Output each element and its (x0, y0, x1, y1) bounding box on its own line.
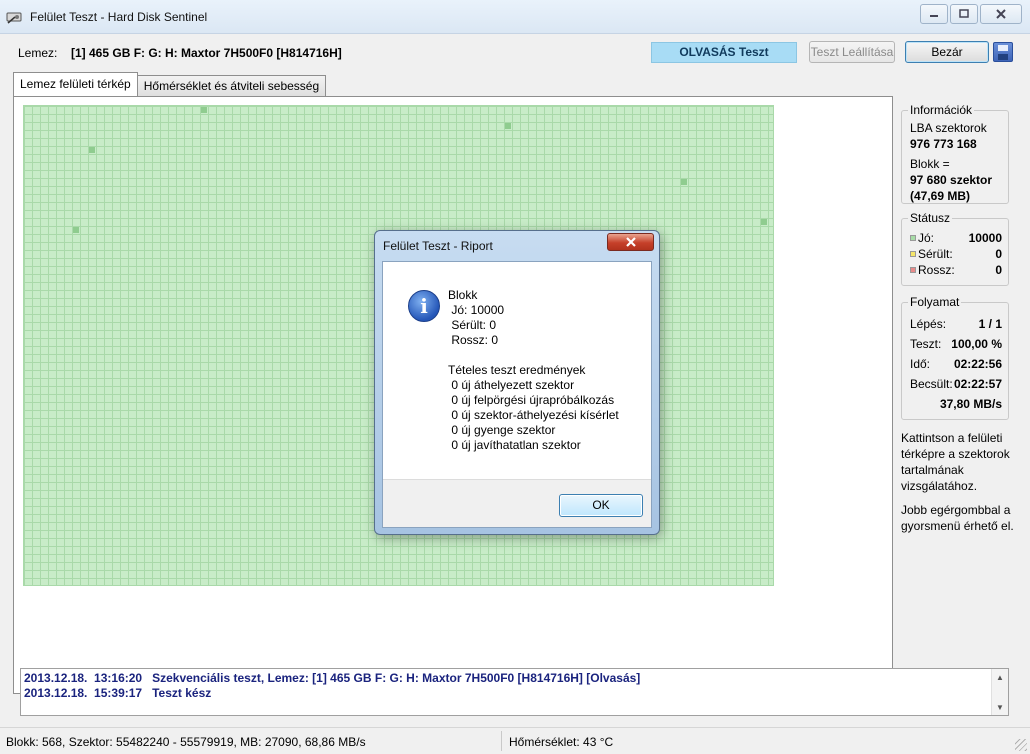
dialog-footer: OK (383, 479, 651, 527)
status-bad-label: Rossz: (918, 263, 955, 277)
status-bar: Blokk: 568, Szektor: 55482240 - 55579919… (0, 727, 1030, 754)
status-temperature: Hőmérséklet: 43 °C (509, 735, 614, 749)
status-title: Státusz (908, 211, 953, 225)
time-value: 02:22:56 (953, 357, 1002, 371)
step-label: Lépés: (910, 317, 947, 331)
sector-block-visited (681, 179, 687, 185)
test-mode-status: OLVASÁS Teszt (651, 42, 797, 63)
status-separator (501, 731, 502, 751)
damaged-legend-icon (910, 251, 916, 257)
status-bad-value: 0 (995, 263, 1002, 277)
dialog-block-heading: Blokk (448, 288, 478, 302)
sector-block-visited (761, 219, 767, 225)
scroll-up-icon[interactable]: ▲ (996, 673, 1004, 682)
dialog-good-count: Jó: 10000 (448, 303, 505, 317)
tab-strip: Lemez felületi térkép Hőmérséklet és átv… (13, 72, 327, 96)
close-button[interactable]: Bezár (905, 41, 989, 63)
time-label: Idő: (910, 357, 931, 371)
test-label: Teszt: (910, 337, 942, 351)
log-line: 2013.12.18. 13:16:20 Szekvenciális teszt… (24, 671, 641, 685)
maximize-icon (959, 9, 969, 18)
tab-temperature-speed[interactable]: Hőmérséklet és átviteli sebesség (136, 75, 327, 96)
sector-block-visited (505, 123, 511, 129)
minimize-icon (930, 15, 938, 17)
title-bar: Felület Teszt - Hard Disk Sentinel (0, 0, 1030, 34)
dialog-close-button[interactable] (607, 233, 654, 251)
block-label: Blokk = (910, 157, 950, 171)
resize-grip[interactable] (1015, 739, 1027, 751)
block-value: 97 680 szektor (910, 173, 993, 187)
close-icon (996, 9, 1006, 19)
window-title: Felület Teszt - Hard Disk Sentinel (30, 10, 208, 24)
progress-group: Folyamat Lépés: 1 / 1 Teszt: 100,00 % Id… (901, 295, 1009, 420)
scroll-down-icon[interactable]: ▼ (996, 703, 1004, 712)
sector-block-visited (73, 227, 79, 233)
step-value: 1 / 1 (978, 317, 1002, 331)
block-mb: (47,69 MB) (910, 189, 971, 203)
dialog-result-line: 0 új áthelyezett szektor (448, 378, 575, 392)
log-panel[interactable]: 2013.12.18. 13:16:20 Szekvenciális teszt… (20, 668, 1009, 716)
sector-block-visited (89, 147, 95, 153)
good-legend-icon (910, 235, 916, 241)
stop-test-button[interactable]: Teszt Leállítása (809, 41, 895, 63)
window-controls (920, 4, 1022, 24)
estimated-value: 02:22:57 (953, 377, 1002, 391)
minimize-button[interactable] (920, 4, 948, 24)
tab-surface-map[interactable]: Lemez felületi térkép (13, 72, 138, 96)
info-title: Információk (908, 103, 975, 117)
info-icon: i (408, 290, 440, 322)
hint-click-map: Kattintson a felületi térképre a szektor… (901, 431, 1010, 493)
app-icon[interactable] (6, 9, 24, 25)
progress-title: Folyamat (908, 295, 962, 309)
lba-value: 976 773 168 (910, 137, 977, 151)
lba-label: LBA szektorok (910, 121, 987, 135)
report-dialog: Felület Teszt - Riport i Blokk Jó: 10000… (374, 230, 660, 535)
dialog-title: Felület Teszt - Riport (383, 239, 493, 253)
dialog-result-line: 0 új javíthatatlan szektor (448, 438, 581, 452)
status-damaged-value: 0 (995, 247, 1002, 261)
dialog-body: i Blokk Jó: 10000 Sérült: 0 Rossz: 0 Tét… (382, 261, 652, 528)
log-scrollbar[interactable]: ▲ ▼ (991, 669, 1008, 715)
save-icon[interactable] (993, 42, 1013, 62)
test-value: 100,00 % (951, 337, 1002, 351)
bad-legend-icon (910, 267, 916, 273)
disk-value: [1] 465 GB F: G: H: Maxtor 7H500F0 [H814… (71, 46, 342, 60)
status-good-value: 10000 (968, 231, 1002, 245)
dialog-damaged-count: Sérült: 0 (448, 318, 497, 332)
dialog-bad-count: Rossz: 0 (448, 333, 499, 347)
log-line: 2013.12.18. 15:39:17 Teszt kész (24, 686, 212, 700)
maximize-button[interactable] (950, 4, 978, 24)
status-block-info: Blokk: 568, Szektor: 55482240 - 55579919… (6, 735, 366, 749)
status-good-label: Jó: (918, 231, 935, 245)
close-icon (625, 237, 636, 247)
hint-right-click: Jobb egérgombbal a gyorsmenü érhető el. (901, 503, 1014, 533)
dialog-result-line: 0 új szektor-áthelyezési kísérlet (448, 408, 619, 422)
status-damaged-label: Sérült: (918, 247, 953, 261)
sector-block-visited (201, 107, 207, 113)
dialog-result-line: 0 új felpörgési újrapróbálkozás (448, 393, 615, 407)
info-group: Információk LBA szektorok 976 773 168 Bl… (901, 103, 1009, 204)
disk-label: Lemez: (18, 46, 58, 60)
close-window-button[interactable] (980, 4, 1022, 24)
estimated-label: Becsült: (910, 377, 953, 391)
status-group: Státusz Jó: 10000 Sérült: 0 Rossz: 0 (901, 211, 1009, 286)
speed-value: 37,80 MB/s (939, 397, 1002, 411)
dialog-result-line: 0 új gyenge szektor (448, 423, 556, 437)
dialog-results-title: Tételes teszt eredmények (448, 363, 586, 377)
toolbar: Lemez: [1] 465 GB F: G: H: Maxtor 7H500F… (0, 34, 1030, 70)
ok-button[interactable]: OK (559, 494, 643, 517)
